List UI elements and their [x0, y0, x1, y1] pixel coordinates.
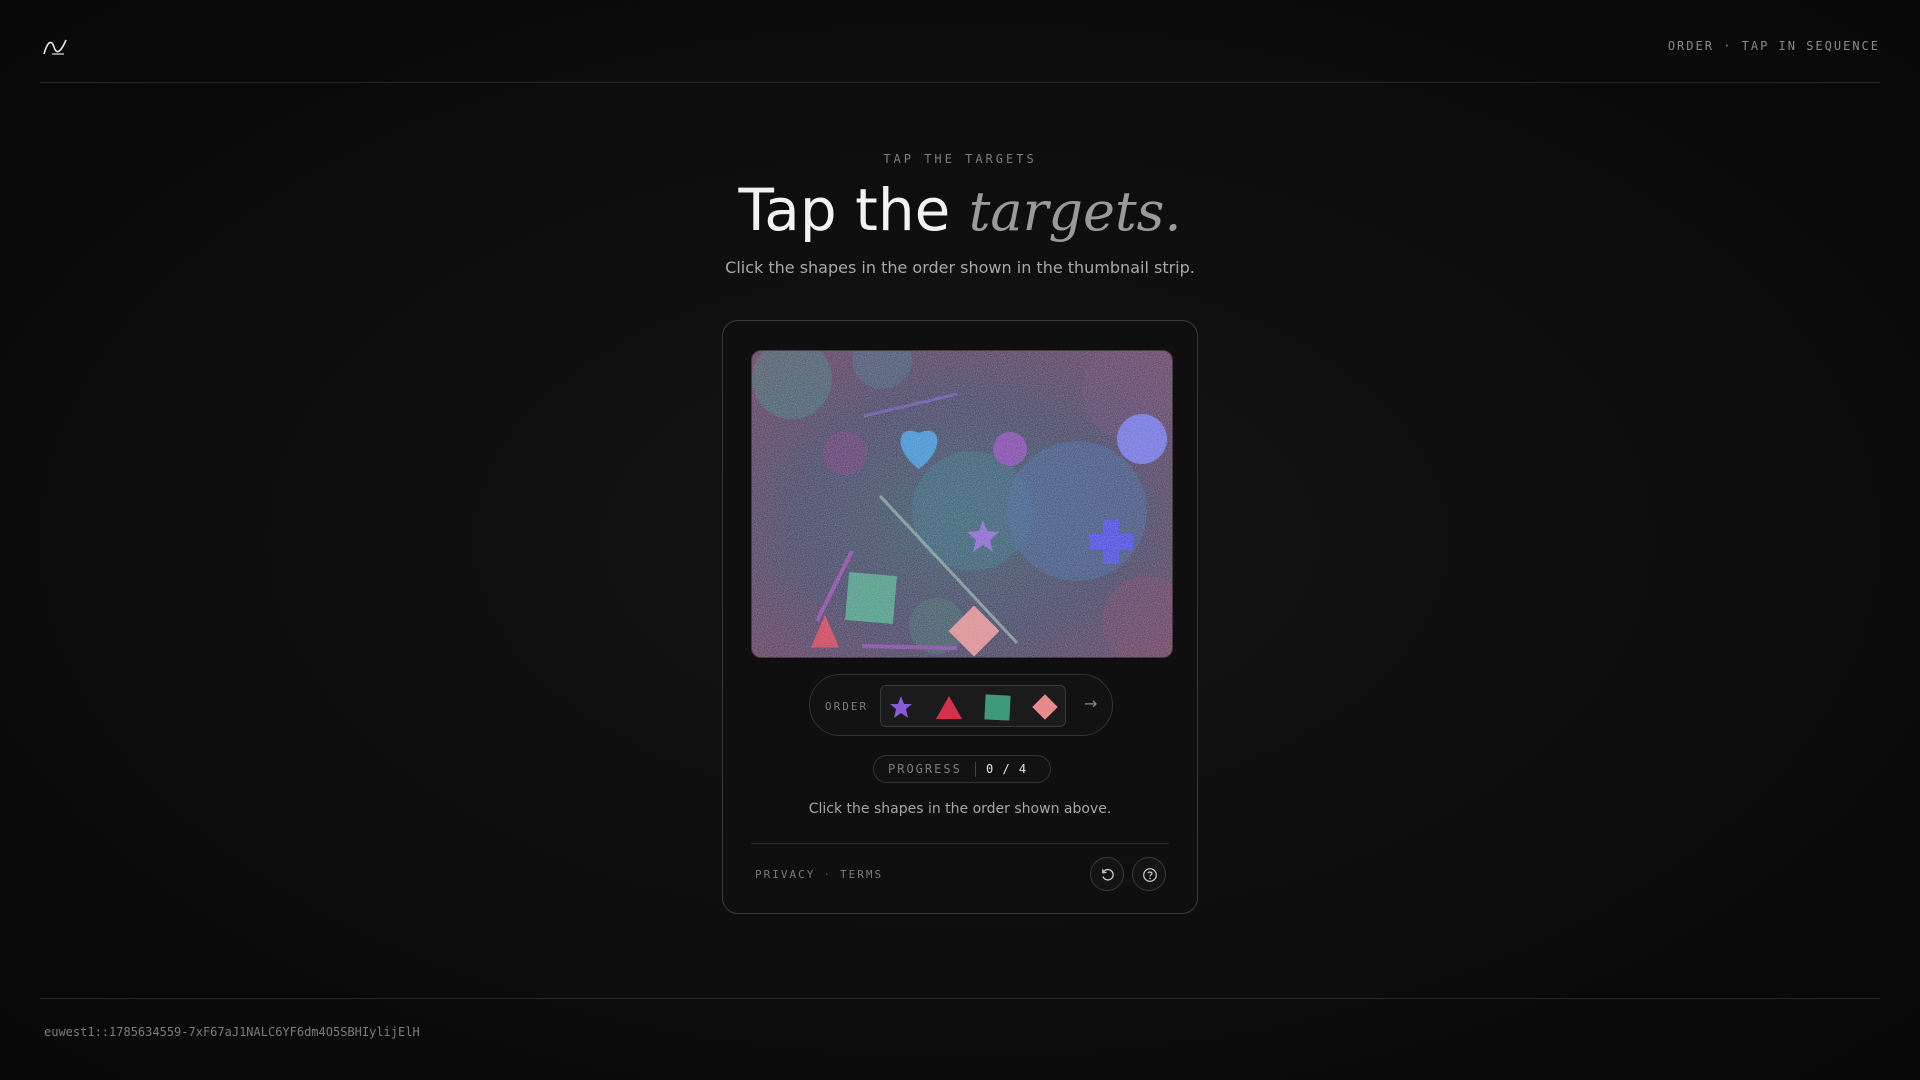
order-label: ORDER [825, 700, 869, 713]
title-emphasis: targets. [968, 180, 1182, 243]
reload-button[interactable] [1090, 857, 1124, 891]
footer-links: PRIVACY · TERMS [755, 868, 883, 881]
order-strip: ORDER → [809, 674, 1113, 736]
progress-label: PROGRESS [888, 762, 962, 776]
next-arrow-icon: → [1084, 694, 1098, 713]
challenge-card: ORDER → PROGRESS 0 / 4 Click the shapes … [722, 320, 1198, 914]
terms-link[interactable]: TERMS [840, 868, 883, 881]
thumb-star-icon [890, 696, 912, 718]
title-main: Tap the [738, 176, 969, 244]
brand-logo-icon [43, 39, 67, 55]
progress-indicator: PROGRESS 0 / 4 [873, 755, 1051, 783]
challenge-canvas[interactable] [751, 350, 1173, 658]
privacy-link[interactable]: PRIVACY [755, 868, 815, 881]
instruction-text: Click the shapes in the order shown abov… [808, 801, 1112, 817]
progress-value: 0 / 4 [986, 762, 1028, 776]
footer-divider [40, 998, 1880, 999]
card-divider [751, 843, 1169, 844]
thumbnail-strip [880, 685, 1066, 727]
thumb-diamond-icon [1032, 694, 1058, 720]
reload-icon [1101, 868, 1114, 881]
link-separator: · [823, 868, 832, 881]
thumb-square-icon [984, 694, 1011, 721]
mode-label: ORDER · TAP IN SEQUENCE [1667, 39, 1880, 53]
help-button[interactable] [1132, 857, 1166, 891]
help-icon [1143, 868, 1157, 882]
thumb-triangle-icon [936, 696, 962, 719]
page-title: Tap the targets. [0, 176, 1920, 244]
progress-divider [975, 762, 976, 777]
eyebrow-label: TAP THE TARGETS [883, 152, 1037, 166]
page-subtitle: Click the shapes in the order shown in t… [725, 258, 1195, 277]
top-bar: ORDER · TAP IN SEQUENCE [40, 0, 1880, 83]
session-id: euwest1::1785634559-7xF67aJ1NALC6YF6dm4O… [44, 1025, 420, 1039]
